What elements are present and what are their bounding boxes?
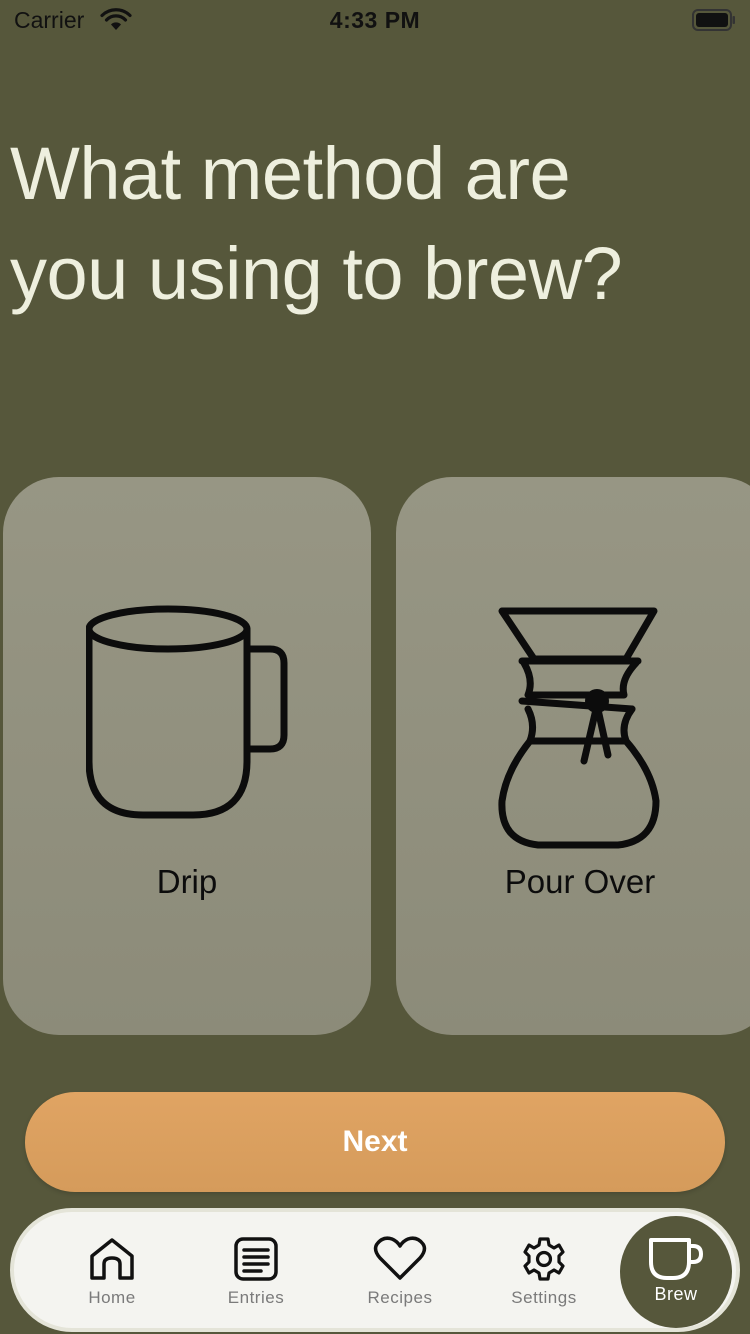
clock: 4:33 PM [329, 7, 421, 33]
tab-entries[interactable]: Entries [196, 1212, 316, 1328]
next-button[interactable]: Next [25, 1092, 725, 1192]
tab-recipes[interactable]: Recipes [340, 1212, 460, 1328]
mug-icon [86, 605, 288, 819]
method-label-pour-over: Pour Over [504, 863, 656, 900]
tab-settings[interactable]: Settings [484, 1212, 604, 1328]
method-card-pour-over[interactable]: Pour Over [396, 477, 750, 1035]
home-icon [90, 1238, 134, 1280]
status-bar: Carrier 4:33 PM [0, 0, 750, 40]
tab-brew[interactable]: Brew [620, 1216, 732, 1328]
method-card-drip[interactable]: Drip [3, 477, 371, 1035]
tab-label-recipes: Recipes [367, 1288, 433, 1307]
tab-label-settings: Settings [511, 1288, 577, 1307]
heart-icon [373, 1236, 427, 1280]
tab-label-entries: Entries [227, 1288, 285, 1307]
method-label-drip: Drip [156, 863, 218, 900]
cup-icon [649, 1238, 703, 1280]
tab-bar: Home Entries Recipes Settings Brew [10, 1208, 740, 1332]
page-title: What method are you using to brew? [10, 132, 623, 315]
tab-label-brew: Brew [654, 1284, 698, 1304]
battery-icon [692, 9, 736, 31]
chemex-icon [498, 607, 660, 849]
tab-home[interactable]: Home [52, 1212, 172, 1328]
gear-icon [523, 1237, 565, 1281]
list-icon [234, 1237, 278, 1281]
tab-label-home: Home [88, 1288, 136, 1307]
